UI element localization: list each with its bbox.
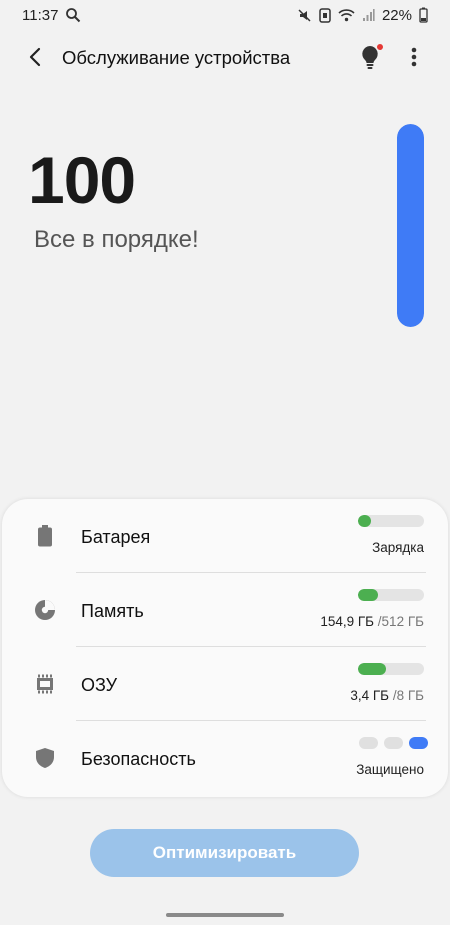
battery-status: Зарядка <box>372 540 424 555</box>
nfc-icon <box>319 7 331 23</box>
page-title: Обслуживание устройства <box>62 47 291 68</box>
back-arrow-icon <box>28 47 42 72</box>
storage-pie-icon <box>34 599 56 621</box>
storage-total: /512 ГБ <box>377 614 424 629</box>
battery-level-bar <box>358 515 424 527</box>
score-gauge-fill <box>397 124 424 327</box>
tips-button[interactable] <box>356 42 388 76</box>
mute-icon <box>297 8 312 23</box>
ram-label: ОЗУ <box>81 675 118 695</box>
security-level-dots <box>359 737 428 749</box>
score-value: 100 <box>28 143 136 217</box>
app-bar: Обслуживание устройства <box>0 36 450 80</box>
security-status: Защищено <box>356 762 424 777</box>
score-status: Все в порядке! <box>34 226 199 253</box>
storage-usage: 154,9 ГБ /512 ГБ <box>320 614 424 629</box>
ram-level-fill <box>358 663 386 675</box>
ram-row[interactable]: ОЗУ 3,4 ГБ /8 ГБ <box>2 647 448 721</box>
home-indicator[interactable] <box>166 913 284 917</box>
memory-chip-icon <box>34 673 56 695</box>
security-dot <box>409 737 428 749</box>
maintenance-card: Батарея Зарядка Память 154,9 ГБ /512 ГБ <box>2 499 448 797</box>
battery-row[interactable]: Батарея Зарядка <box>2 499 448 573</box>
battery-level-fill <box>358 515 372 527</box>
status-time: 11:37 <box>22 6 59 24</box>
battery-status-value: Зарядка <box>372 540 424 555</box>
battery-icon <box>419 7 428 23</box>
status-bar: 11:37 22% <box>0 0 450 30</box>
security-row[interactable]: Безопасность Защищено <box>2 721 448 795</box>
score-gauge <box>397 124 424 327</box>
back-button[interactable] <box>20 44 50 74</box>
storage-row[interactable]: Память 154,9 ГБ /512 ГБ <box>2 573 448 647</box>
security-dot <box>384 737 403 749</box>
security-dot <box>359 737 378 749</box>
ram-usage: 3,4 ГБ /8 ГБ <box>350 688 424 703</box>
wifi-icon <box>338 8 355 22</box>
security-status-value: Защищено <box>356 762 424 777</box>
security-label: Безопасность <box>81 749 196 769</box>
battery-label: Батарея <box>81 527 151 547</box>
battery-icon <box>34 525 56 547</box>
shield-icon <box>34 747 56 769</box>
lightbulb-icon <box>359 43 385 76</box>
optimize-button[interactable]: Оптимизировать <box>90 829 359 877</box>
more-options-button[interactable] <box>400 42 428 76</box>
storage-label: Память <box>81 601 144 621</box>
storage-level-bar <box>358 589 424 601</box>
ram-level-bar <box>358 663 424 675</box>
storage-used: 154,9 ГБ <box>320 614 375 629</box>
signal-icon <box>362 8 375 22</box>
ram-used: 3,4 ГБ <box>350 688 390 703</box>
more-vert-icon <box>411 46 417 73</box>
storage-level-fill <box>358 589 378 601</box>
ram-total: /8 ГБ <box>392 688 424 703</box>
search-icon <box>65 7 81 23</box>
battery-percent: 22% <box>381 6 412 24</box>
